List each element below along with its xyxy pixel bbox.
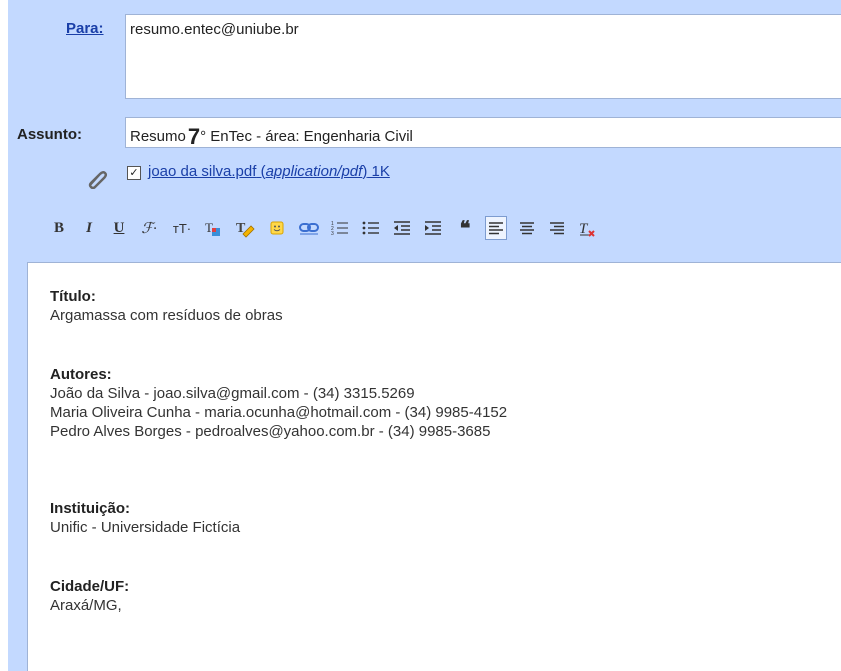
font-icon[interactable]: ℱ· — [134, 216, 164, 240]
subject-prefix: Resumo — [130, 128, 186, 145]
instituicao-value: Unific - Universidade Fictícia — [50, 519, 241, 536]
autor-line: Maria Oliveira Cunha - maria.ocunha@hotm… — [50, 404, 508, 421]
underline-icon[interactable]: U — [108, 216, 130, 240]
italic-icon[interactable]: I — [78, 216, 100, 240]
subject-rest: ° EnTec - área: Engenharia Civil — [200, 128, 413, 145]
titulo-label: Título: — [50, 288, 96, 305]
bulleted-list-icon[interactable] — [360, 216, 382, 240]
instituicao-section: Instituição: Unific - Universidade Fictí… — [50, 499, 240, 537]
attachment-filename: joao da silva.pdf — [148, 163, 257, 180]
highlight-icon[interactable]: T — [234, 216, 256, 240]
autores-label: Autores: — [50, 366, 112, 383]
instituicao-label: Instituição: — [50, 500, 131, 517]
compose-panel: Para: resumo.entec@uniube.br Assunto: Re… — [8, 0, 841, 671]
numbered-list-icon[interactable]: 123 — [329, 216, 351, 240]
titulo-value: Argamassa com resíduos de obras — [50, 307, 283, 324]
text-color-icon[interactable]: T — [202, 216, 224, 240]
titulo-section: Título: Argamassa com resíduos de obras — [50, 287, 283, 325]
autor-line: João da Silva - joao.silva@gmail.com - (… — [50, 385, 415, 402]
paperclip-icon — [86, 169, 108, 193]
autor-line: Pedro Alves Borges - pedroalves@yahoo.co… — [50, 423, 491, 440]
to-field[interactable]: resumo.entec@uniube.br — [125, 14, 841, 99]
font-size-icon[interactable]: тT· — [167, 216, 197, 240]
link-icon[interactable] — [298, 216, 320, 240]
subject-label: Assunto: — [17, 126, 82, 143]
align-right-icon[interactable] — [546, 216, 568, 240]
attachment-checkbox[interactable]: ✓ — [127, 166, 141, 180]
attachment-open-paren: ( — [256, 163, 266, 180]
align-left-icon[interactable] — [485, 216, 507, 240]
svg-text:T: T — [205, 220, 213, 235]
attachment-link[interactable]: joao da silva.pdf (application/pdf) 1K — [148, 163, 390, 180]
align-center-icon[interactable] — [516, 216, 538, 240]
to-value: resumo.entec@uniube.br — [130, 21, 299, 38]
cidade-section: Cidade/UF: Araxá/MG, — [50, 577, 129, 615]
attachment-mimetype: application/pdf — [265, 163, 363, 180]
to-label[interactable]: Para: — [66, 20, 104, 37]
cidade-value: Araxá/MG, — [50, 597, 122, 614]
remove-formatting-icon[interactable]: T — [576, 216, 598, 240]
quote-icon[interactable]: ❝ — [454, 216, 476, 240]
subject-field[interactable]: Resumo7° EnTec - área: Engenharia Civil — [125, 117, 841, 149]
autores-section: Autores: João da Silva - joao.silva@gmai… — [50, 365, 507, 441]
emoticon-icon[interactable] — [266, 216, 288, 240]
bold-icon[interactable]: B — [48, 216, 70, 240]
message-body[interactable]: Título: Argamassa com resíduos de obras … — [27, 262, 841, 671]
svg-text:3: 3 — [331, 231, 334, 237]
attachment-size: 1K — [367, 163, 390, 180]
subject-number: 7 — [187, 124, 201, 149]
cidade-label: Cidade/UF: — [50, 578, 130, 595]
indent-less-icon[interactable] — [391, 216, 413, 240]
indent-more-icon[interactable] — [422, 216, 444, 240]
